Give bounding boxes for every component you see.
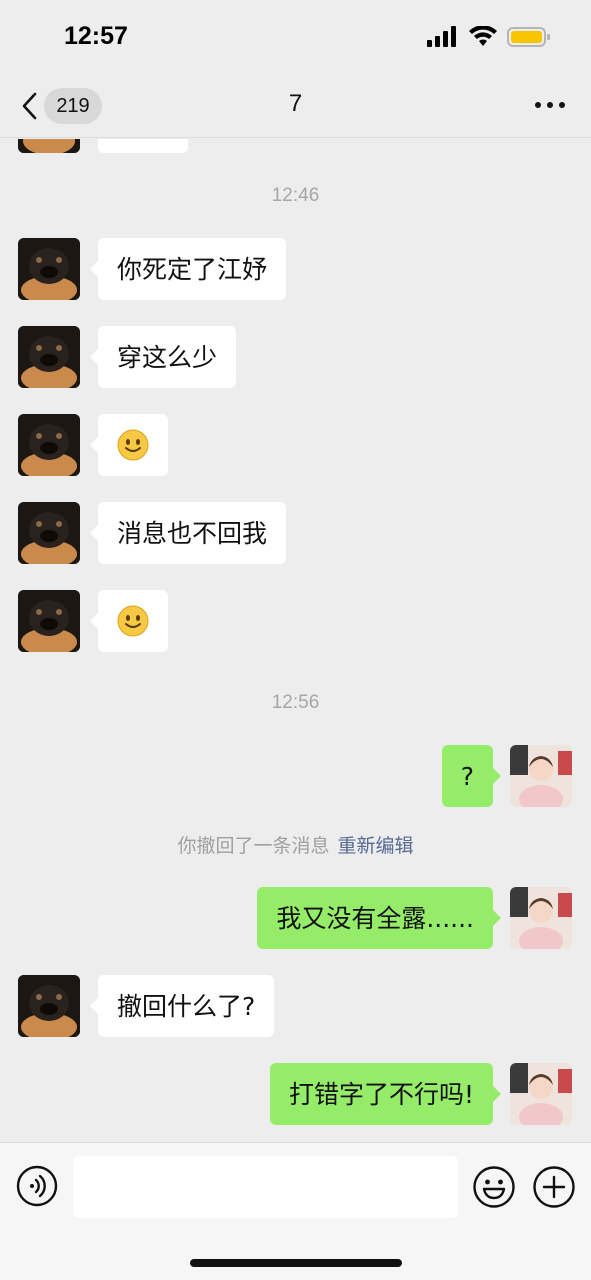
home-indicator[interactable] [190, 1259, 402, 1267]
status-bar: 12:57 [0, 0, 591, 74]
plus-button[interactable] [532, 1165, 576, 1209]
contact-avatar[interactable] [18, 139, 80, 153]
voice-button[interactable] [16, 1165, 58, 1207]
message-bubble[interactable] [90, 590, 168, 652]
contact-avatar[interactable] [18, 414, 80, 476]
timestamp: 12:46 [271, 185, 320, 206]
contact-avatar[interactable] [18, 502, 80, 564]
plus-icon [533, 1166, 575, 1208]
message-bubble[interactable]: 穿这么少 [89, 326, 237, 388]
contact-avatar[interactable] [18, 590, 80, 652]
recall-text: 你撤回了一条消息 [177, 835, 330, 857]
my-avatar[interactable] [510, 887, 572, 949]
message-bubble[interactable]: 我又没有全露...... [257, 887, 501, 949]
message-bubble[interactable]: 打错字了不行吗! [269, 1063, 502, 1125]
message-bubble[interactable]: 撤回什么了? [89, 975, 275, 1037]
more-button[interactable] [535, 102, 565, 108]
message-bubble[interactable]: 你死定了江妤 [89, 238, 287, 300]
contact-avatar[interactable] [18, 975, 80, 1037]
status-icons [427, 26, 551, 48]
emoji-button[interactable] [472, 1165, 516, 1209]
message-bubble[interactable]: ? [441, 745, 502, 807]
signal-icon [427, 26, 456, 47]
chat-title: 7 [288, 90, 303, 117]
ellipsis-icon [535, 102, 565, 108]
smile-emoji-icon [117, 429, 149, 461]
status-time: 12:57 [64, 22, 128, 50]
contact-avatar[interactable] [18, 326, 80, 388]
my-avatar[interactable] [510, 1063, 572, 1125]
contact-avatar[interactable] [18, 238, 80, 300]
chat-message-list[interactable]: 12:46 你死定了江妤 穿这么少 消息也不回我 12:56 ? 你撤回了一条消… [0, 139, 591, 1142]
smile-emoji-icon [117, 605, 149, 637]
voice-icon [16, 1165, 58, 1207]
message-bubble[interactable]: 消息也不回我 [89, 502, 287, 564]
battery-icon [507, 27, 550, 47]
recall-notice: 你撤回了一条消息 重新编辑 [0, 831, 591, 858]
nav-bar: 219 7 [0, 74, 591, 138]
message-input[interactable] [73, 1156, 458, 1218]
wifi-icon [469, 26, 497, 46]
timestamp: 12:56 [271, 692, 320, 713]
message-bubble[interactable] [98, 139, 188, 153]
my-avatar[interactable] [510, 745, 572, 807]
emoji-face-icon [473, 1166, 515, 1208]
message-bubble[interactable] [90, 414, 168, 476]
re-edit-link[interactable]: 重新编辑 [338, 835, 414, 857]
